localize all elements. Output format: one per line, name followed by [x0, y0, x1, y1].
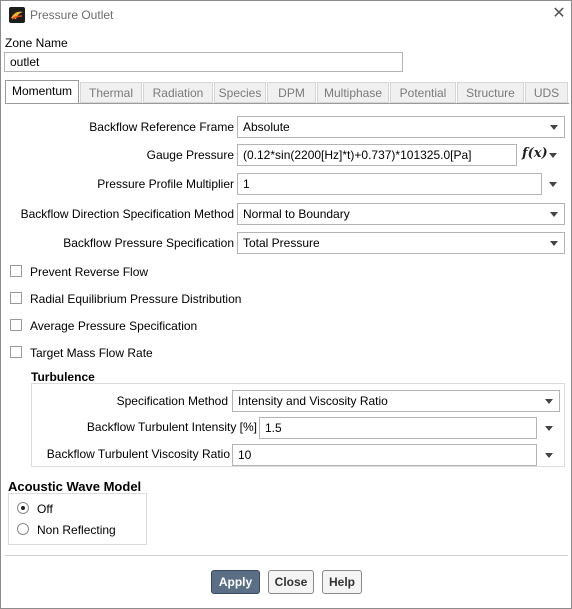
apply-button[interactable]: Apply: [211, 570, 260, 594]
tab-species[interactable]: Species: [214, 82, 266, 103]
prevent-reverse-flow-label: Prevent Reverse Flow: [30, 265, 149, 279]
tab-radiation[interactable]: Radiation: [143, 82, 213, 103]
chevron-down-icon: [550, 212, 558, 217]
tab-multiphase[interactable]: Multiphase: [317, 82, 389, 103]
pressure-outlet-dialog: Pressure Outlet ✕ Zone Name outlet Momen…: [0, 0, 572, 609]
backflow-pressure-spec-value: Total Pressure: [243, 236, 320, 250]
acoustic-off-label: Off: [37, 502, 53, 516]
turbulence-heading: Turbulence: [31, 370, 95, 384]
tab-uds[interactable]: UDS: [525, 82, 568, 103]
tab-bar: Momentum Thermal Radiation Species DPM M…: [5, 80, 568, 104]
backflow-reference-frame-label: Backflow Reference Frame: [89, 120, 234, 134]
button-separator: [5, 555, 568, 556]
turbulent-viscosity-ratio-chevron-down-icon[interactable]: [545, 453, 553, 458]
chevron-down-icon: [545, 399, 553, 404]
fluent-app-icon: [9, 7, 25, 23]
turbulent-intensity-chevron-down-icon[interactable]: [545, 426, 553, 431]
acoustic-wave-model-heading: Acoustic Wave Model: [8, 479, 142, 494]
pressure-profile-multiplier-label: Pressure Profile Multiplier: [97, 177, 234, 191]
tab-momentum[interactable]: Momentum: [5, 80, 79, 103]
turbulence-spec-method-dropdown[interactable]: Intensity and Viscosity Ratio: [232, 390, 560, 412]
close-button[interactable]: Close: [268, 570, 314, 594]
pressure-profile-multiplier-input[interactable]: 1: [237, 173, 542, 195]
acoustic-non-reflecting-radio[interactable]: [17, 523, 29, 535]
profile-multiplier-chevron-down-icon[interactable]: [549, 182, 557, 187]
window-title: Pressure Outlet: [30, 8, 114, 22]
function-fx-icon[interactable]: f(x): [522, 146, 548, 161]
prevent-reverse-flow-checkbox[interactable]: [10, 265, 22, 277]
average-pressure-label: Average Pressure Specification: [30, 319, 198, 333]
chevron-down-icon: [550, 125, 558, 130]
gauge-pressure-label: Gauge Pressure: [146, 148, 234, 162]
tab-divider: [5, 103, 569, 104]
target-mass-flow-label: Target Mass Flow Rate: [30, 346, 153, 360]
turbulent-intensity-label: Backflow Turbulent Intensity [%]: [86, 420, 257, 434]
turbulence-spec-method-label: Specification Method: [116, 394, 228, 408]
backflow-pressure-spec-dropdown[interactable]: Total Pressure: [237, 232, 565, 254]
gauge-pressure-input[interactable]: (0.12*sin(2200[Hz]*t)+0.737)*101325.0[Pa…: [237, 144, 517, 166]
target-mass-flow-checkbox[interactable]: [10, 346, 22, 358]
zone-name-input[interactable]: outlet: [4, 52, 403, 72]
gauge-pressure-chevron-down-icon[interactable]: [549, 153, 557, 158]
radial-equilibrium-checkbox[interactable]: [10, 292, 22, 304]
tab-dpm[interactable]: DPM: [267, 82, 316, 103]
turbulent-viscosity-ratio-input[interactable]: 10: [232, 444, 537, 466]
close-icon[interactable]: ✕: [551, 6, 567, 22]
backflow-direction-method-value: Normal to Boundary: [243, 207, 350, 221]
backflow-pressure-spec-label: Backflow Pressure Specification: [63, 236, 234, 250]
backflow-reference-frame-value: Absolute: [243, 120, 290, 134]
acoustic-off-radio[interactable]: [17, 502, 29, 514]
average-pressure-checkbox[interactable]: [10, 319, 22, 331]
radial-equilibrium-label: Radial Equilibrium Pressure Distribution: [30, 292, 242, 306]
zone-name-label: Zone Name: [5, 36, 68, 50]
tab-thermal[interactable]: Thermal: [80, 82, 142, 103]
turbulence-spec-method-value: Intensity and Viscosity Ratio: [238, 394, 388, 408]
turbulent-viscosity-ratio-label: Backflow Turbulent Viscosity Ratio: [46, 447, 230, 461]
backflow-direction-method-dropdown[interactable]: Normal to Boundary: [237, 203, 565, 225]
help-button[interactable]: Help: [322, 570, 362, 594]
backflow-direction-method-label: Backflow Direction Specification Method: [20, 207, 234, 221]
tab-structure[interactable]: Structure: [457, 82, 524, 103]
chevron-down-icon: [550, 241, 558, 246]
acoustic-non-reflecting-label: Non Reflecting: [37, 523, 116, 537]
turbulent-intensity-input[interactable]: 1.5: [259, 417, 537, 439]
acoustic-wave-model-group: [8, 493, 147, 545]
title-bar[interactable]: Pressure Outlet ✕: [1, 1, 571, 29]
tab-potential[interactable]: Potential: [390, 82, 456, 103]
backflow-reference-frame-dropdown[interactable]: Absolute: [237, 116, 565, 138]
